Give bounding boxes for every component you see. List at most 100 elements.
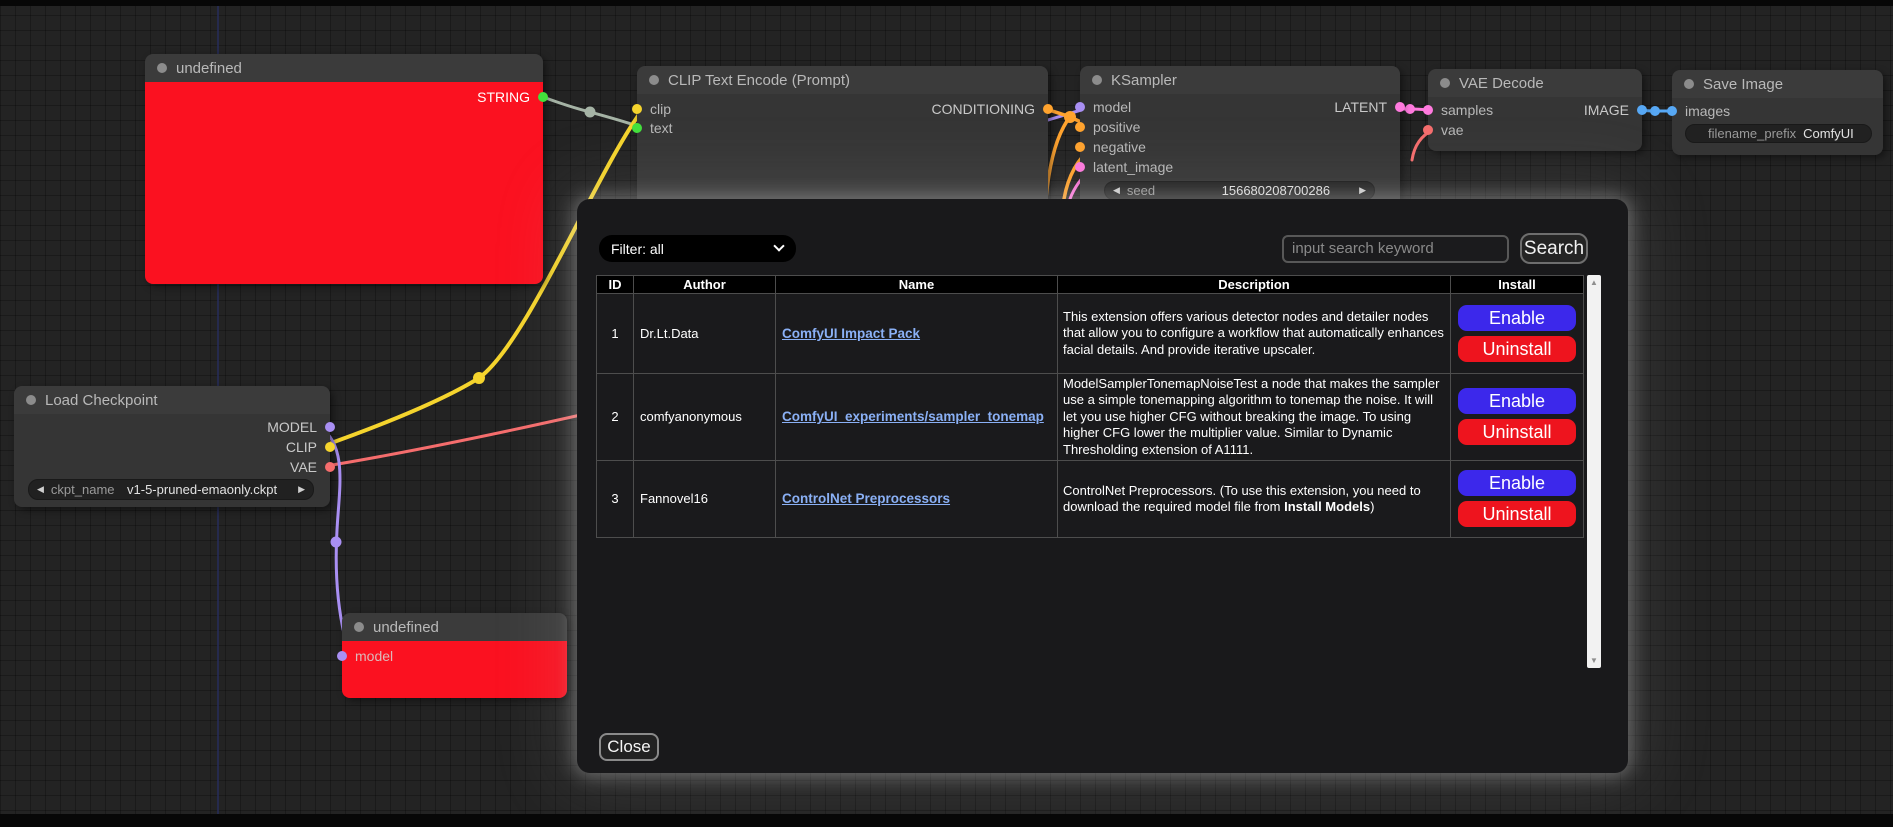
output-label: CONDITIONING	[932, 101, 1035, 117]
filter-select-control[interactable]: Filter: all	[599, 235, 796, 262]
cell-author: Dr.Lt.Data	[634, 294, 776, 374]
output-slot-vae[interactable]	[325, 462, 335, 472]
table-row: 2 comfyanonymous ComfyUI_experiments/sam…	[597, 374, 1584, 461]
output-slot-conditioning[interactable]	[1043, 104, 1053, 114]
header-id: ID	[597, 276, 634, 294]
cell-id: 1	[597, 294, 634, 374]
node-undefined-string[interactable]: undefined STRING	[145, 54, 543, 284]
output-label: VAE	[290, 459, 317, 475]
top-edge	[0, 0, 1893, 6]
search-button[interactable]: Search	[1520, 233, 1588, 264]
node-collapse-dot[interactable]	[649, 75, 659, 85]
output-slot-image[interactable]	[1637, 105, 1647, 115]
cell-id: 3	[597, 460, 634, 537]
close-button[interactable]: Close	[599, 733, 659, 761]
enable-button[interactable]: Enable	[1458, 470, 1576, 496]
cell-description: ControlNet Preprocessors. (To use this e…	[1058, 460, 1451, 537]
extension-link[interactable]: ComfyUI Impact Pack	[782, 326, 920, 341]
node-title: VAE Decode	[1459, 75, 1544, 92]
output-slot-model[interactable]	[325, 422, 335, 432]
input-label: text	[650, 120, 673, 136]
decrement-arrow-icon[interactable]: ◀	[37, 484, 44, 495]
output-label: MODEL	[267, 419, 317, 435]
cell-description: This extension offers various detector n…	[1058, 294, 1451, 374]
input-label: model	[355, 648, 393, 664]
search-input[interactable]	[1282, 235, 1509, 263]
ckpt-name-widget[interactable]: ◀ ckpt_name v1-5-pruned-emaonly.ckpt ▶	[28, 479, 314, 500]
node-title: Load Checkpoint	[45, 392, 158, 409]
node-save-image[interactable]: Save Image images filename_prefix ComfyU…	[1672, 70, 1883, 155]
output-slot-latent[interactable]	[1395, 102, 1405, 112]
input-label: images	[1685, 103, 1730, 119]
input-slot-negative[interactable]	[1075, 142, 1085, 152]
output-slot-string[interactable]	[538, 92, 548, 102]
input-slot-positive[interactable]	[1075, 122, 1085, 132]
widget-label: seed	[1127, 183, 1215, 198]
node-collapse-dot[interactable]	[26, 395, 36, 405]
node-title: KSampler	[1111, 72, 1177, 89]
table-scrollbar[interactable]: ▲ ▼	[1587, 275, 1601, 668]
uninstall-button[interactable]: Uninstall	[1458, 419, 1576, 445]
filter-select[interactable]: Filter: all	[599, 235, 796, 262]
uninstall-button[interactable]: Uninstall	[1458, 336, 1576, 362]
scroll-down-icon[interactable]: ▼	[1587, 656, 1601, 665]
reroute-dot	[585, 107, 596, 118]
reroute-dot	[331, 537, 342, 548]
node-collapse-dot[interactable]	[1092, 75, 1102, 85]
table-row: 3 Fannovel16 ControlNet Preprocessors Co…	[597, 460, 1584, 537]
reroute-dot	[473, 372, 485, 384]
node-title: Save Image	[1703, 76, 1783, 93]
node-collapse-dot[interactable]	[1684, 79, 1694, 89]
output-label: STRING	[477, 89, 530, 105]
extension-link[interactable]: ControlNet Preprocessors	[782, 491, 950, 506]
widget-label: filename_prefix	[1708, 126, 1796, 141]
seed-widget[interactable]: ◀ seed 156680208700286 ▶	[1104, 181, 1375, 200]
output-label: LATENT	[1334, 99, 1387, 115]
cell-description: ModelSamplerTonemapNoiseTest a node that…	[1058, 374, 1451, 461]
node-title: CLIP Text Encode (Prompt)	[668, 72, 850, 89]
node-clip-text-encode[interactable]: CLIP Text Encode (Prompt) clip text COND…	[637, 66, 1048, 206]
increment-arrow-icon[interactable]: ▶	[1359, 185, 1366, 196]
filename-prefix-widget[interactable]: filename_prefix ComfyUI	[1685, 124, 1872, 143]
input-slot-vae[interactable]	[1423, 125, 1433, 135]
header-install: Install	[1451, 276, 1584, 294]
extension-link[interactable]: ComfyUI_experiments/sampler_tonemap	[782, 409, 1044, 424]
input-slot-text[interactable]	[632, 123, 642, 133]
output-label: IMAGE	[1584, 102, 1629, 118]
node-collapse-dot[interactable]	[354, 622, 364, 632]
reroute-dot	[1405, 104, 1415, 114]
manager-dialog: Filter: all Search ID Author Name Descri…	[577, 199, 1628, 773]
cell-id: 2	[597, 374, 634, 461]
widget-label: ckpt_name	[51, 482, 120, 497]
enable-button[interactable]: Enable	[1458, 305, 1576, 331]
input-label: negative	[1093, 139, 1146, 155]
header-description: Description	[1058, 276, 1451, 294]
node-undefined-model[interactable]: undefined model	[342, 613, 567, 698]
uninstall-button[interactable]: Uninstall	[1458, 501, 1576, 527]
input-slot-model[interactable]	[337, 651, 347, 661]
header-author: Author	[634, 276, 776, 294]
scroll-up-icon[interactable]: ▲	[1587, 278, 1601, 287]
table-row: 1 Dr.Lt.Data ComfyUI Impact Pack This ex…	[597, 294, 1584, 374]
increment-arrow-icon[interactable]: ▶	[298, 484, 305, 495]
bottom-edge	[0, 814, 1893, 827]
cell-author: comfyanonymous	[634, 374, 776, 461]
table-header-row: ID Author Name Description Install	[597, 276, 1584, 294]
node-vae-decode[interactable]: VAE Decode samples vae IMAGE	[1428, 69, 1642, 151]
output-label: CLIP	[286, 439, 317, 455]
input-slot-latent-image[interactable]	[1075, 162, 1085, 172]
node-title: undefined	[373, 619, 439, 636]
node-collapse-dot[interactable]	[1440, 78, 1450, 88]
input-slot-images[interactable]	[1667, 106, 1677, 116]
input-label: vae	[1441, 122, 1464, 138]
reroute-dot	[1064, 111, 1076, 123]
decrement-arrow-icon[interactable]: ◀	[1113, 185, 1120, 196]
output-slot-clip[interactable]	[325, 442, 335, 452]
node-ksampler[interactable]: KSampler model positive negative latent_…	[1080, 66, 1400, 216]
node-title: undefined	[176, 60, 242, 77]
node-load-checkpoint[interactable]: Load Checkpoint MODEL CLIP VAE ◀ ckpt_na…	[14, 386, 330, 507]
input-label: positive	[1093, 119, 1140, 135]
node-collapse-dot[interactable]	[157, 63, 167, 73]
enable-button[interactable]: Enable	[1458, 388, 1576, 414]
widget-value: 156680208700286	[1222, 183, 1330, 198]
